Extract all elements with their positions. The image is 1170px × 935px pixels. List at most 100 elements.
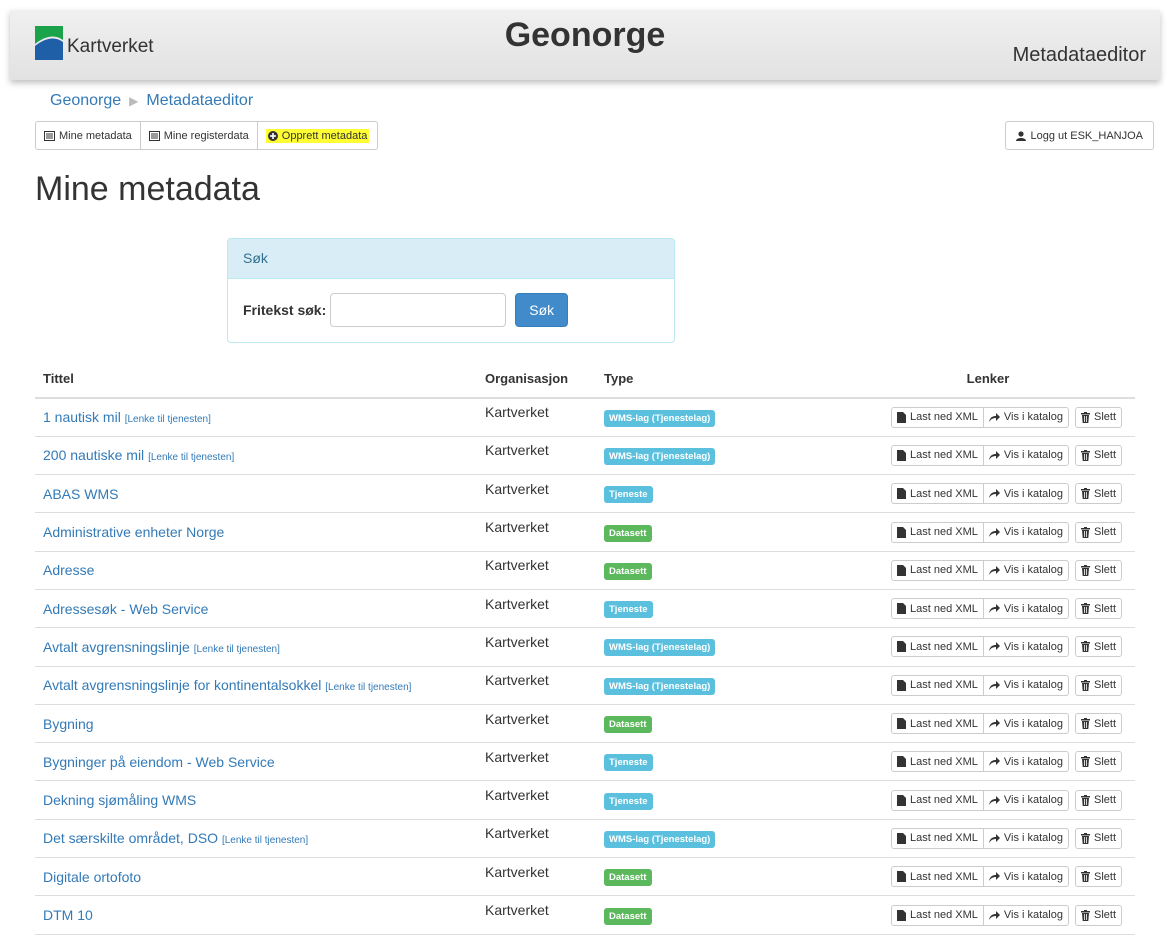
download-xml-button[interactable]: Last ned XML — [891, 406, 984, 428]
view-in-catalog-button[interactable]: Vis i katalog — [982, 866, 1069, 888]
cell-type: Tjeneste — [596, 742, 841, 782]
metadata-title-link[interactable]: 200 nautiske mil — [43, 447, 144, 463]
metadata-title-link[interactable]: Dekning sjømåling WMS — [43, 792, 196, 808]
mine-registerdata-button[interactable]: Mine registerdata — [139, 121, 258, 150]
metadata-table: Tittel Organisasjon Type Lenker 1 nautis… — [35, 360, 1135, 935]
delete-button[interactable]: Slett — [1074, 444, 1122, 466]
metadata-title-link[interactable]: Adressesøk - Web Service — [43, 601, 208, 617]
cell-type: Datasett — [596, 704, 841, 744]
metadata-title-link[interactable]: Digitale ortofoto — [43, 869, 141, 885]
view-in-catalog-button[interactable]: Vis i katalog — [982, 406, 1069, 428]
cell-org: Kartverket — [477, 666, 596, 705]
view-in-catalog-label: Vis i katalog — [1003, 449, 1063, 462]
metadata-title-link[interactable]: Avtalt avgrensningslinje for kontinental… — [43, 677, 321, 693]
breadcrumb-separator-icon: ▶ — [129, 94, 139, 108]
service-link[interactable]: [Lenke til tjenesten] — [125, 414, 211, 425]
type-badge: Datasett — [604, 869, 652, 887]
delete-button[interactable]: Slett — [1074, 406, 1122, 428]
view-in-catalog-button[interactable]: Vis i katalog — [982, 598, 1069, 620]
download-xml-button[interactable]: Last ned XML — [891, 827, 984, 849]
download-xml-button[interactable]: Last ned XML — [891, 751, 984, 773]
delete-button[interactable]: Slett — [1074, 713, 1122, 735]
cell-title: Avtalt avgrensningslinje for kontinental… — [35, 666, 477, 705]
download-xml-button[interactable]: Last ned XML — [891, 636, 984, 658]
delete-button[interactable]: Slett — [1074, 904, 1122, 926]
organisation-text: Kartverket — [485, 825, 549, 842]
view-in-catalog-button[interactable]: Vis i katalog — [982, 444, 1069, 466]
cell-links: Last ned XML Vis i katalog Slett — [841, 474, 1135, 514]
metadata-title-link[interactable]: Det særskilte området, DSO — [43, 830, 218, 846]
search-panel-heading: Søk — [228, 239, 674, 279]
delete-button[interactable]: Slett — [1074, 866, 1122, 888]
view-in-catalog-button[interactable]: Vis i katalog — [982, 789, 1069, 811]
view-in-catalog-button[interactable]: Vis i katalog — [982, 559, 1069, 581]
download-xml-button[interactable]: Last ned XML — [891, 598, 984, 620]
trash-icon — [1080, 679, 1090, 691]
delete-button[interactable]: Slett — [1074, 636, 1122, 658]
service-link[interactable]: [Lenke til tjenesten] — [325, 682, 411, 693]
delete-label: Slett — [1093, 487, 1116, 500]
delete-label: Slett — [1093, 870, 1116, 883]
delete-button[interactable]: Slett — [1074, 789, 1122, 811]
file-icon — [897, 449, 906, 461]
metadata-title-link[interactable]: Adresse — [43, 562, 94, 578]
metadata-title-link[interactable]: ABAS WMS — [43, 486, 118, 502]
view-in-catalog-button[interactable]: Vis i katalog — [982, 674, 1069, 696]
file-icon — [897, 832, 906, 844]
delete-button[interactable]: Slett — [1074, 827, 1122, 849]
view-in-catalog-button[interactable]: Vis i katalog — [982, 827, 1069, 849]
trash-icon — [1080, 411, 1090, 423]
opprett-metadata-button[interactable]: Opprett metadata — [256, 121, 379, 150]
download-xml-button[interactable]: Last ned XML — [891, 789, 984, 811]
breadcrumb-metadataeditor[interactable]: Metadataeditor — [146, 92, 253, 110]
metadata-title-link[interactable]: Bygninger på eiendom - Web Service — [43, 754, 275, 770]
view-in-catalog-button[interactable]: Vis i katalog — [982, 904, 1069, 926]
download-xml-button[interactable]: Last ned XML — [891, 674, 984, 696]
breadcrumb-geonorge[interactable]: Geonorge — [50, 92, 121, 110]
col-header-links: Lenker — [841, 360, 1135, 399]
list-icon — [44, 130, 55, 141]
delete-button[interactable]: Slett — [1074, 598, 1122, 620]
delete-button[interactable]: Slett — [1074, 559, 1122, 581]
delete-button[interactable]: Slett — [1074, 751, 1122, 773]
view-in-catalog-button[interactable]: Vis i katalog — [982, 636, 1069, 658]
download-xml-label: Last ned XML — [910, 449, 978, 462]
view-in-catalog-button[interactable]: Vis i katalog — [982, 713, 1069, 735]
metadata-title-link[interactable]: Administrative enheter Norge — [43, 524, 224, 540]
share-arrow-icon — [988, 565, 1000, 575]
delete-button[interactable]: Slett — [1074, 521, 1122, 543]
download-xml-button[interactable]: Last ned XML — [891, 483, 984, 505]
delete-button[interactable]: Slett — [1074, 674, 1122, 696]
type-badge: Tjeneste — [604, 754, 653, 772]
download-xml-button[interactable]: Last ned XML — [891, 521, 984, 543]
metadata-title-link[interactable]: Bygning — [43, 716, 94, 732]
download-xml-button[interactable]: Last ned XML — [891, 559, 984, 581]
view-in-catalog-label: Vis i katalog — [1003, 832, 1063, 845]
type-badge: Tjeneste — [604, 601, 653, 619]
metadata-title-link[interactable]: Avtalt avgrensningslinje — [43, 639, 190, 655]
download-xml-label: Last ned XML — [910, 526, 978, 539]
download-xml-button[interactable]: Last ned XML — [891, 444, 984, 466]
mine-metadata-button[interactable]: Mine metadata — [35, 121, 141, 150]
search-input[interactable] — [330, 293, 507, 327]
service-link[interactable]: [Lenke til tjenesten] — [222, 835, 308, 846]
view-in-catalog-button[interactable]: Vis i katalog — [982, 751, 1069, 773]
view-in-catalog-button[interactable]: Vis i katalog — [982, 521, 1069, 543]
view-in-catalog-label: Vis i katalog — [1003, 602, 1063, 615]
metadata-title-link[interactable]: 1 nautisk mil — [43, 409, 121, 425]
download-xml-button[interactable]: Last ned XML — [891, 713, 984, 735]
search-button[interactable]: Søk — [515, 293, 569, 327]
cell-links: Last ned XML Vis i katalog Slett — [841, 857, 1135, 897]
view-in-catalog-label: Vis i katalog — [1003, 526, 1063, 539]
delete-button[interactable]: Slett — [1074, 483, 1122, 505]
download-xml-button[interactable]: Last ned XML — [891, 866, 984, 888]
cell-title: Adressesøk - Web Service — [35, 589, 477, 629]
logout-label: Logg ut ESK_HANJOA — [1030, 129, 1143, 142]
service-link[interactable]: [Lenke til tjenesten] — [148, 452, 234, 463]
download-xml-button[interactable]: Last ned XML — [891, 904, 984, 926]
metadata-title-link[interactable]: DTM 10 — [43, 907, 93, 923]
view-in-catalog-button[interactable]: Vis i katalog — [982, 483, 1069, 505]
logout-button[interactable]: Logg ut ESK_HANJOA — [1005, 121, 1154, 150]
trash-icon — [1080, 832, 1090, 844]
service-link[interactable]: [Lenke til tjenesten] — [194, 644, 280, 655]
